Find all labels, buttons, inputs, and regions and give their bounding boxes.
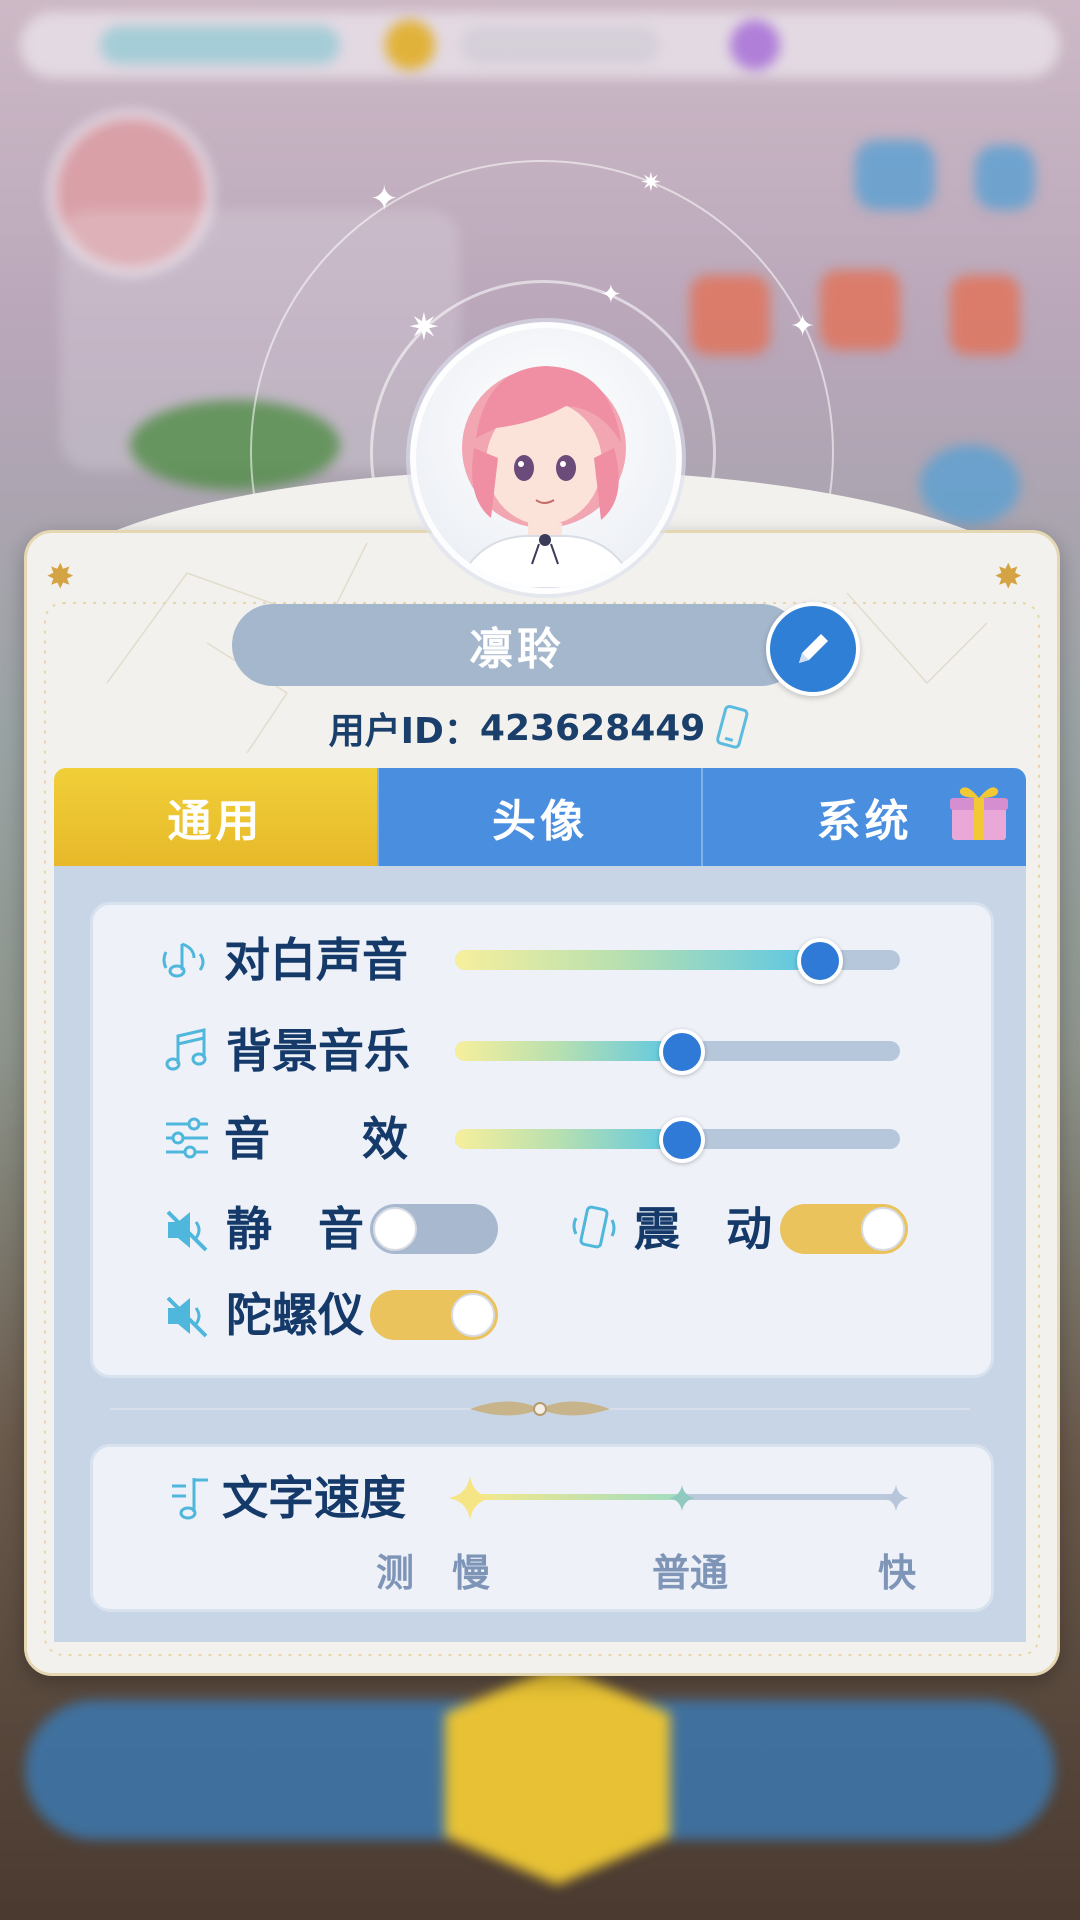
mute-speaker-icon bbox=[166, 1296, 208, 1338]
speed-slow-marker-icon[interactable] bbox=[446, 1474, 494, 1522]
mute-label: 静 音 bbox=[226, 1202, 364, 1256]
gyro-toggle[interactable] bbox=[370, 1290, 498, 1340]
user-id-row: 用户ID： 423628449 bbox=[0, 700, 1080, 756]
character-portrait bbox=[454, 366, 638, 588]
slider-fill bbox=[455, 1041, 682, 1061]
tab-system[interactable]: 系统 bbox=[701, 768, 1027, 866]
text-speed-icon bbox=[172, 1478, 208, 1520]
tab-label: 系统 bbox=[816, 796, 913, 847]
speed-option-test[interactable]: 测 bbox=[376, 1542, 414, 1597]
tab-general[interactable]: 通用 bbox=[54, 768, 377, 866]
bg-home-button bbox=[445, 1665, 670, 1885]
tab-label: 头像 bbox=[492, 796, 588, 847]
sfx-volume-label: 音 效 bbox=[224, 1112, 408, 1166]
bg-heart bbox=[820, 270, 900, 350]
bgm-volume-slider[interactable] bbox=[455, 1029, 900, 1075]
bg-pill bbox=[460, 26, 660, 64]
speed-normal-marker-icon[interactable] bbox=[668, 1484, 696, 1512]
corner-star-icon: ✸ bbox=[46, 557, 75, 597]
bg-mail-icon bbox=[855, 140, 935, 210]
text-speed-label: 文字速度 bbox=[222, 1471, 406, 1525]
user-id-label: 用户ID： bbox=[328, 711, 480, 752]
vibrate-phone-icon bbox=[572, 1205, 616, 1249]
speed-option-slow[interactable]: 慢 bbox=[452, 1542, 490, 1597]
dialogue-volume-label: 对白声音 bbox=[224, 933, 408, 987]
bg-coin-icon bbox=[385, 20, 435, 70]
equalizer-icon bbox=[166, 1117, 208, 1159]
bg-bag-icon bbox=[975, 145, 1035, 210]
bg-gem-icon bbox=[730, 20, 780, 70]
sparkle-icon: ✦ bbox=[600, 280, 622, 310]
gift-icon bbox=[950, 787, 1009, 840]
slider-knob[interactable] bbox=[658, 1029, 705, 1075]
user-id-value: 423628449 bbox=[479, 707, 706, 749]
sparkle-icon: ✦ bbox=[790, 309, 816, 344]
settings-tabs: 通用 头像 系统 bbox=[54, 768, 1027, 866]
bg-badge bbox=[920, 445, 1020, 525]
sparkle-icon: ✷ bbox=[408, 305, 440, 349]
sparkle-icon: ✷ bbox=[640, 168, 662, 198]
music-note-icon bbox=[165, 1028, 207, 1071]
mute-toggle[interactable] bbox=[370, 1204, 498, 1254]
slider-knob[interactable] bbox=[796, 938, 843, 984]
toggle-knob bbox=[451, 1293, 495, 1337]
toggle-knob bbox=[373, 1207, 417, 1251]
mute-speaker-icon bbox=[166, 1210, 208, 1252]
copy-phone-icon[interactable] bbox=[710, 701, 757, 755]
sfx-volume-slider[interactable] bbox=[455, 1117, 900, 1163]
sparkle-icon: ✦ bbox=[370, 179, 399, 219]
vibrate-label: 震 动 bbox=[634, 1202, 772, 1256]
tab-avatar[interactable]: 头像 bbox=[376, 768, 702, 866]
ornament-divider bbox=[110, 1401, 970, 1416]
bg-pill bbox=[100, 26, 340, 64]
gyro-label: 陀螺仪 bbox=[226, 1288, 364, 1342]
bgm-volume-label: 背景音乐 bbox=[226, 1024, 410, 1078]
player-name: 凛聆 bbox=[232, 604, 802, 686]
slider-fill bbox=[455, 1129, 682, 1149]
vibrate-toggle[interactable] bbox=[780, 1204, 908, 1254]
edit-name-button[interactable] bbox=[766, 602, 860, 696]
profile-avatar[interactable] bbox=[410, 322, 682, 594]
toggle-knob bbox=[861, 1207, 905, 1251]
pencil-icon bbox=[799, 634, 828, 663]
dialogue-sound-icon bbox=[162, 942, 205, 978]
corner-star-icon: ✸ bbox=[994, 557, 1023, 597]
speed-fast-marker-icon[interactable] bbox=[882, 1484, 910, 1512]
bg-heart bbox=[950, 275, 1020, 355]
speed-option-normal[interactable]: 普通 bbox=[652, 1542, 728, 1597]
slider-knob[interactable] bbox=[658, 1117, 705, 1163]
speed-fill bbox=[470, 1494, 686, 1500]
speed-option-fast[interactable]: 快 bbox=[878, 1542, 916, 1597]
tab-label: 通用 bbox=[167, 796, 264, 847]
dialogue-volume-slider[interactable] bbox=[455, 938, 900, 984]
text-speed-card bbox=[90, 1444, 994, 1612]
slider-fill bbox=[455, 950, 820, 970]
